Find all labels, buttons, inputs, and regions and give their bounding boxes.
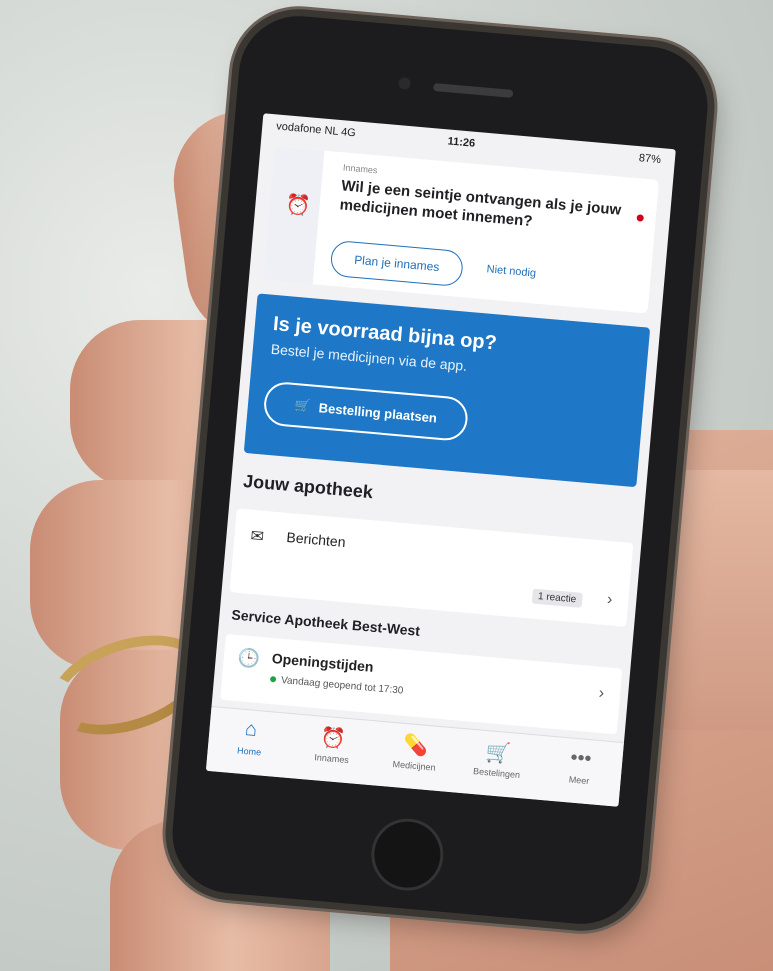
- app-screen: vodafone NL 4G 11:26 87% ⏰ Innames Wil j…: [205, 113, 676, 807]
- tab-label: Medicijnen: [392, 759, 436, 773]
- plan-intake-button[interactable]: Plan je innames: [329, 239, 465, 288]
- earpiece-speaker: [433, 82, 514, 98]
- pills-icon: 💊: [402, 733, 430, 758]
- place-order-button[interactable]: 🛒 Bestelling plaatsen: [262, 380, 470, 443]
- section-title: Jouw apotheek: [242, 470, 374, 503]
- clock: 11:26: [447, 135, 476, 150]
- tab-home[interactable]: ⌂ Home: [207, 707, 292, 778]
- carrier-label: vodafone NL 4G: [275, 120, 357, 140]
- opening-hours-label: Openingstijden: [271, 650, 375, 675]
- reorder-banner: Is je voorraad bijna op? Bestel je medic…: [243, 293, 651, 488]
- reply-badge: 1 reactie: [531, 588, 583, 608]
- tab-bestellingen[interactable]: 🛒 Bestelingen: [455, 729, 540, 800]
- battery-level: 87%: [638, 152, 662, 167]
- cart-icon: 🛒: [294, 397, 312, 414]
- messages-row[interactable]: ✉ Berichten 1 reactie ›: [229, 508, 634, 627]
- tab-innames[interactable]: ⏰ Innames: [290, 714, 375, 785]
- open-indicator: [269, 676, 277, 683]
- mail-icon: ✉: [249, 527, 265, 546]
- smartphone: vodafone NL 4G 11:26 87% ⏰ Innames Wil j…: [167, 11, 713, 929]
- tab-label: Meer: [568, 774, 590, 787]
- reminder-card: ⏰ Innames Wil je een seintje ontvangen a…: [262, 146, 660, 314]
- not-needed-link[interactable]: Niet nodig: [486, 263, 536, 279]
- home-button[interactable]: [368, 815, 447, 894]
- more-icon: •••: [569, 746, 593, 771]
- chevron-right-icon: ›: [606, 591, 614, 609]
- tab-label: Bestelingen: [472, 766, 521, 781]
- reminder-question: Wil je een seintje ontvangen als je jouw…: [338, 177, 622, 231]
- place-order-label: Bestelling plaatsen: [318, 399, 438, 426]
- reminder-kicker: Innames: [342, 162, 378, 176]
- chevron-right-icon: ›: [598, 684, 605, 703]
- home-icon: ⌂: [244, 718, 259, 742]
- cart-icon: 🛒: [484, 741, 512, 766]
- clock-icon: 🕒: [237, 647, 262, 670]
- alarm-clock-icon: ⏰: [284, 193, 312, 218]
- unread-dot: [636, 214, 645, 222]
- open-status-text: Vandaag geopend tot 17:30: [280, 674, 404, 697]
- open-status: Vandaag geopend tot 17:30: [269, 674, 404, 697]
- tab-meer[interactable]: ••• Meer: [537, 736, 622, 807]
- pharmacy-name: Service Apotheek Best-West: [230, 606, 421, 639]
- tab-label: Innames: [313, 752, 350, 766]
- tab-medicijnen[interactable]: 💊 Medicijnen: [372, 722, 457, 793]
- tab-label: Home: [236, 745, 262, 758]
- front-camera: [398, 76, 412, 90]
- alarm-clock-icon: ⏰: [319, 726, 347, 751]
- messages-label: Berichten: [285, 528, 347, 551]
